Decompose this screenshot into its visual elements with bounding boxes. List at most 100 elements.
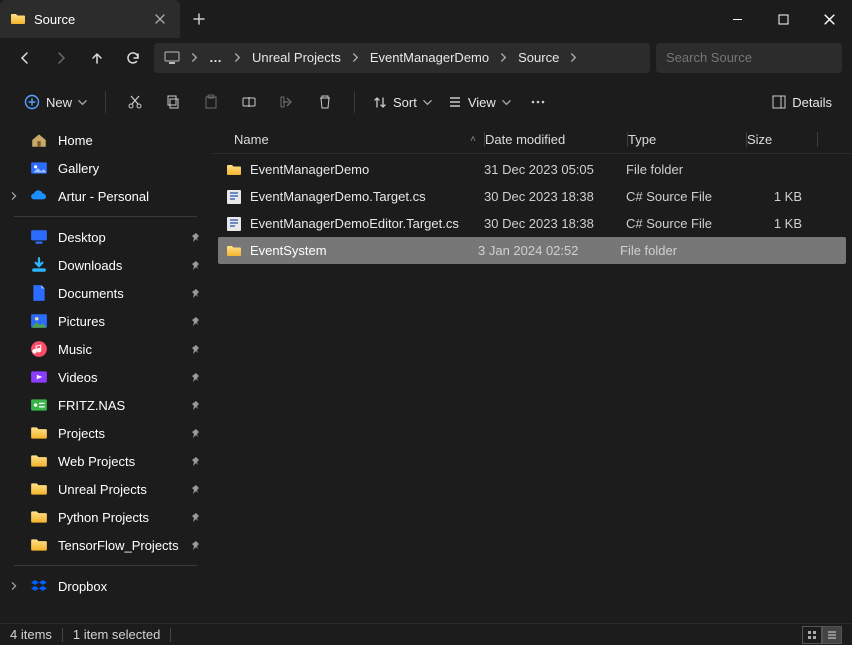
home-icon <box>30 131 48 149</box>
sidebar-item[interactable]: FRITZ.NAS <box>0 391 211 419</box>
chevron-icon[interactable] <box>567 53 580 62</box>
sidebar-item[interactable]: Projects <box>0 419 211 447</box>
up-button[interactable] <box>82 44 112 72</box>
close-tab-button[interactable] <box>152 11 168 27</box>
file-type: C# Source File <box>626 216 744 231</box>
column-date[interactable]: Date modified <box>485 132 627 147</box>
forward-button[interactable] <box>46 44 76 72</box>
sidebar-item-label: Desktop <box>58 230 106 245</box>
sidebar-item[interactable]: Home <box>0 126 211 154</box>
cut-button[interactable] <box>118 85 152 119</box>
chevron-icon[interactable] <box>231 53 244 62</box>
back-button[interactable] <box>10 44 40 72</box>
search-input[interactable] <box>656 43 842 73</box>
file-row[interactable]: EventSystem3 Jan 2024 02:52File folder <box>218 237 846 264</box>
sidebar-item[interactable]: Desktop <box>0 223 211 251</box>
pin-icon[interactable] <box>191 288 201 298</box>
pin-icon[interactable] <box>191 484 201 494</box>
tab[interactable]: Source <box>0 0 180 38</box>
rename-icon <box>241 94 257 110</box>
details-icon <box>772 95 786 109</box>
pictures-icon <box>30 312 48 330</box>
chevron-icon[interactable] <box>349 53 362 62</box>
pin-icon[interactable] <box>191 232 201 242</box>
sidebar[interactable]: HomeGalleryArtur - Personal Desktop Downlo… <box>0 126 212 623</box>
refresh-button[interactable] <box>118 44 148 72</box>
pin-icon[interactable] <box>191 260 201 270</box>
cs-icon <box>226 189 242 205</box>
pin-icon[interactable] <box>191 400 201 410</box>
search-field[interactable] <box>666 50 832 65</box>
copy-button[interactable] <box>156 85 190 119</box>
plus-circle-icon <box>24 94 40 110</box>
chevron-icon[interactable] <box>10 582 18 590</box>
details-button[interactable]: Details <box>766 85 838 119</box>
sidebar-item[interactable]: Pictures <box>0 307 211 335</box>
column-name[interactable]: Name˄ <box>226 132 484 147</box>
breadcrumb[interactable]: … Unreal Projects EventManagerDemo Sourc… <box>154 43 650 73</box>
sidebar-item[interactable]: Python Projects <box>0 503 211 531</box>
file-row[interactable]: EventManagerDemoEditor.Target.cs30 Dec 2… <box>212 210 852 237</box>
file-list[interactable]: EventManagerDemo31 Dec 2023 05:05File fo… <box>212 154 852 623</box>
sort-button[interactable]: Sort <box>367 85 438 119</box>
dropbox-icon <box>30 577 48 595</box>
pin-icon[interactable] <box>191 456 201 466</box>
view-button[interactable]: View <box>442 85 517 119</box>
sidebar-item[interactable]: Videos <box>0 363 211 391</box>
column-type[interactable]: Type <box>628 132 746 147</box>
chevron-down-icon <box>78 98 87 107</box>
pin-icon[interactable] <box>191 372 201 382</box>
view-details-button[interactable] <box>822 626 842 644</box>
sidebar-item-label: TensorFlow_Projects <box>58 538 179 553</box>
file-size: 1 KB <box>744 216 814 231</box>
column-headers: Name˄ Date modified Type Size <box>212 126 852 154</box>
pin-icon[interactable] <box>191 316 201 326</box>
new-tab-button[interactable] <box>180 13 218 25</box>
breadcrumb-item[interactable]: Source <box>514 48 563 67</box>
sidebar-item-label: Unreal Projects <box>58 482 147 497</box>
chevron-icon[interactable] <box>188 53 201 62</box>
breadcrumb-item[interactable]: EventManagerDemo <box>366 48 493 67</box>
view-thumb-button[interactable] <box>802 626 822 644</box>
pin-icon[interactable] <box>191 540 201 550</box>
sidebar-item[interactable]: Downloads <box>0 251 211 279</box>
minimize-button[interactable] <box>714 0 760 38</box>
sidebar-item[interactable]: Web Projects <box>0 447 211 475</box>
overflow-ellipsis[interactable]: … <box>205 48 227 67</box>
breadcrumb-item[interactable]: Unreal Projects <box>248 48 345 67</box>
sidebar-item[interactable]: Dropbox <box>0 572 211 600</box>
new-button[interactable]: New <box>18 85 93 119</box>
sidebar-item[interactable]: Gallery <box>0 154 211 182</box>
pin-icon[interactable] <box>191 512 201 522</box>
chevron-icon[interactable] <box>497 53 510 62</box>
rename-button[interactable] <box>232 85 266 119</box>
more-button[interactable] <box>521 85 555 119</box>
sidebar-item-label: Pictures <box>58 314 105 329</box>
sidebar-item[interactable]: Unreal Projects <box>0 475 211 503</box>
downloads-icon <box>30 256 48 274</box>
column-size[interactable]: Size <box>747 132 817 147</box>
chevron-down-icon <box>423 98 432 107</box>
file-row[interactable]: EventManagerDemo.Target.cs30 Dec 2023 18… <box>212 183 852 210</box>
folder-icon <box>30 536 48 554</box>
pin-icon[interactable] <box>191 428 201 438</box>
maximize-button[interactable] <box>760 0 806 38</box>
sidebar-item[interactable]: Music <box>0 335 211 363</box>
nas-icon <box>30 396 48 414</box>
sidebar-item-label: Web Projects <box>58 454 135 469</box>
view-toggle[interactable] <box>802 626 842 644</box>
chevron-down-icon <box>502 98 511 107</box>
sidebar-item-label: FRITZ.NAS <box>58 398 125 413</box>
file-row[interactable]: EventManagerDemo31 Dec 2023 05:05File fo… <box>212 156 852 183</box>
pin-icon[interactable] <box>191 344 201 354</box>
chevron-icon[interactable] <box>10 192 18 200</box>
sidebar-item[interactable]: TensorFlow_Projects <box>0 531 211 559</box>
paste-button[interactable] <box>194 85 228 119</box>
sidebar-item[interactable]: Artur - Personal <box>0 182 211 210</box>
delete-button[interactable] <box>308 85 342 119</box>
new-label: New <box>46 95 72 110</box>
share-button[interactable] <box>270 85 304 119</box>
sidebar-item[interactable]: Documents <box>0 279 211 307</box>
sidebar-item-label: Python Projects <box>58 510 149 525</box>
close-window-button[interactable] <box>806 0 852 38</box>
